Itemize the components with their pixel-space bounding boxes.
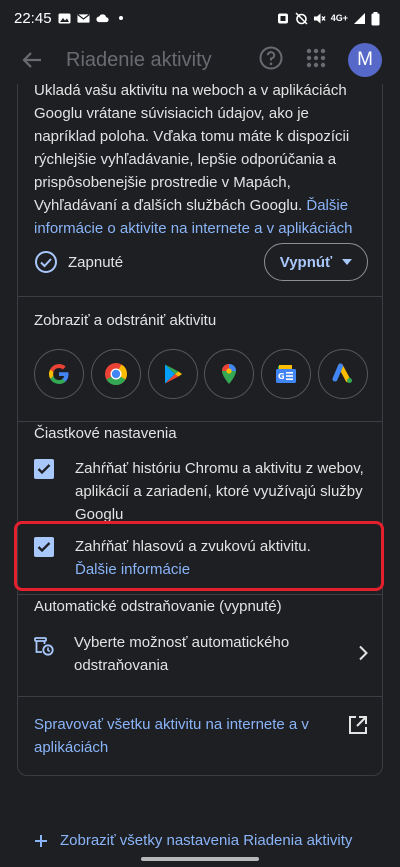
description-text: Ukladá vašu aktivitu na weboch a v aplik… (34, 82, 350, 214)
chrome-icon (104, 363, 127, 385)
turn-off-button[interactable]: Vypnúť (264, 243, 368, 281)
activity-description: Ukladá vašu aktivitu na weboch a v aplik… (34, 79, 374, 240)
chevron-right-icon (359, 645, 368, 661)
maps-icon (222, 364, 237, 384)
avatar[interactable]: M (348, 43, 382, 77)
app-bar: Riadenie aktivity M (0, 36, 400, 84)
google-app-button[interactable] (34, 349, 84, 399)
apps-grid-icon (306, 48, 326, 67)
status-bar: 22:45 4G+ (0, 0, 400, 36)
play-store-app-button[interactable] (147, 349, 198, 399)
activity-card: Ukladá vašu aktivitu na weboch a v aplik… (14, 82, 384, 776)
highlight-box (14, 521, 384, 591)
play-store-icon (164, 364, 182, 384)
cloud-notification-icon (95, 12, 109, 25)
chrome-history-option[interactable]: Zahŕňať históriu Chromu a aktivitu z web… (34, 457, 368, 526)
app-icons-row: G (34, 349, 368, 399)
chrome-history-checkbox[interactable] (34, 459, 54, 479)
check-circle-icon (35, 251, 57, 273)
divider (18, 594, 382, 595)
help-icon (259, 46, 283, 69)
divider (18, 296, 382, 297)
status-time: 22:45 (14, 9, 52, 27)
network-type: 4G+ (330, 13, 348, 23)
manage-all-activity-link[interactable]: Spravovať všetku aktivitu na internete a… (34, 713, 368, 759)
maps-app-button[interactable] (204, 349, 255, 399)
news-app-button[interactable]: G (261, 349, 312, 399)
email-notification-icon (77, 12, 90, 25)
chrome-app-button[interactable] (90, 349, 141, 399)
mute-icon (313, 12, 326, 25)
news-icon: G (276, 365, 297, 383)
battery-saver-icon (277, 12, 290, 25)
view-all-settings-link[interactable]: Zobraziť všetky nastavenia Riadenia akti… (34, 832, 352, 849)
auto-delete-option-label: Vyberte možnosť automatického odstraňova… (74, 634, 290, 674)
activity-status-row: Zapnuté Vypnúť (34, 243, 368, 281)
divider (18, 421, 382, 422)
help-button[interactable] (258, 45, 284, 76)
chrome-history-label: Zahŕňať históriu Chromu a aktivitu z web… (75, 460, 364, 523)
ads-icon (332, 363, 352, 383)
auto-delete-icon (34, 637, 54, 656)
checkmark-icon (37, 464, 51, 475)
turn-off-label: Vypnúť (279, 253, 333, 271)
gesture-navigation-handle[interactable] (141, 857, 259, 861)
auto-delete-title: Automatické odstraňovanie (vypnuté) (34, 598, 282, 615)
svg-text:G: G (278, 372, 285, 381)
notification-dot-icon (118, 16, 123, 20)
google-icon (49, 364, 69, 385)
page-title: Riadenie aktivity (66, 48, 212, 71)
auto-delete-option[interactable]: Vyberte možnosť automatického odstraňova… (34, 631, 368, 677)
sub-settings-title: Čiastkové nastavenia (34, 425, 177, 442)
dropdown-arrow-icon (342, 259, 353, 265)
alarm-off-icon (295, 11, 308, 25)
battery-icon (371, 11, 384, 25)
view-all-settings-label: Zobraziť všetky nastavenia Riadenia akti… (60, 832, 353, 849)
gallery-notification-icon (58, 12, 71, 25)
ads-app-button[interactable] (317, 349, 368, 399)
back-button[interactable] (18, 46, 46, 74)
open-in-new-icon (349, 716, 367, 734)
apps-grid-button[interactable] (306, 48, 326, 73)
view-delete-title: Zobraziť a odstrániť aktivitu (34, 312, 217, 329)
status-label: Zapnuté (68, 253, 124, 271)
plus-icon (35, 834, 47, 847)
arrow-back-icon (22, 52, 41, 68)
signal-icon (353, 12, 366, 25)
divider (18, 696, 382, 697)
manage-all-activity-label: Spravovať všetku aktivitu na internete a… (34, 716, 309, 756)
